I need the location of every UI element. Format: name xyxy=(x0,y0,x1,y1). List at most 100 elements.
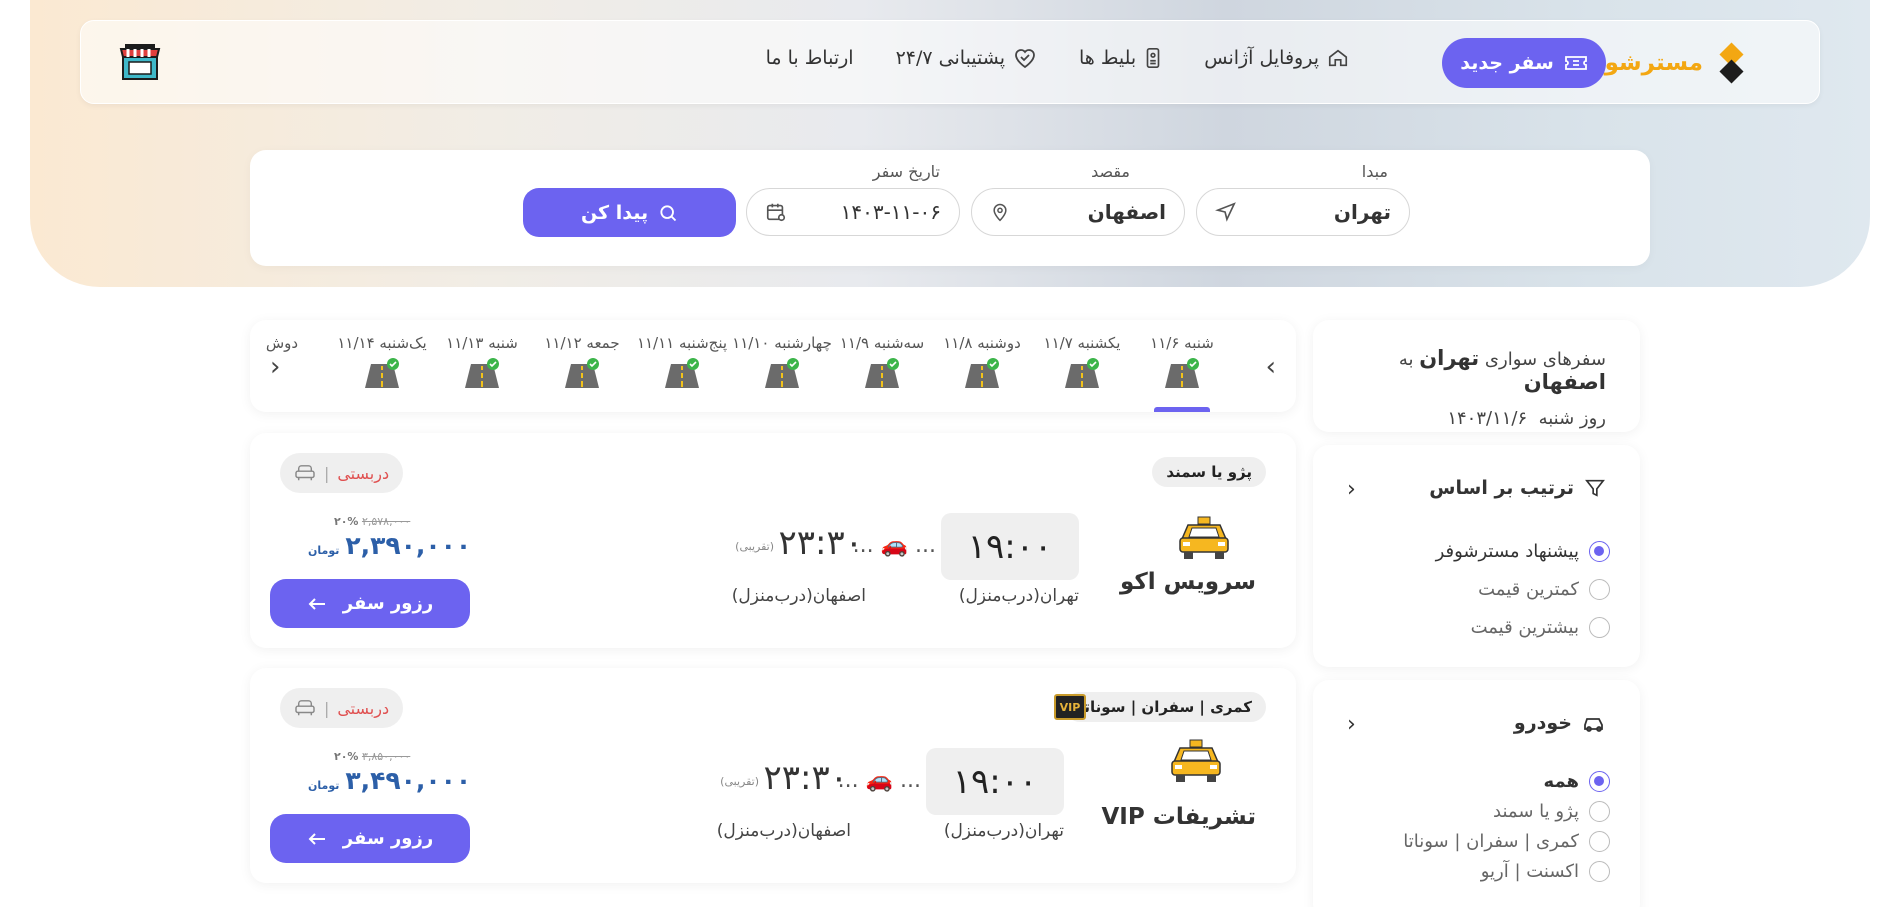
road-check-icon xyxy=(963,358,1001,388)
find-button[interactable]: پیدا کن xyxy=(523,188,736,237)
route-to: به xyxy=(1398,349,1414,370)
option-label: اکسنت | آریو xyxy=(1480,860,1579,882)
reserve-label: رزور سفر xyxy=(342,593,434,614)
arrival-time: ۲۳:۳۰ xyxy=(763,758,848,798)
vehicle-option-all[interactable]: همه xyxy=(1403,766,1610,796)
reserve-button[interactable]: رزور سفر xyxy=(270,814,470,863)
chevron-left-icon[interactable]: ‹ xyxy=(1347,477,1356,502)
price: ۲,۳۹۰,۰۰۰ تومان xyxy=(308,531,471,560)
route-summary-line: سفرهای سواری تهران به اصفهان xyxy=(1313,346,1606,394)
old-price: ۳,۸۵۰,۰۰۰ ۲۰% xyxy=(334,750,410,763)
vehicle-badge: پژو یا سمند xyxy=(1152,457,1266,487)
route-origin: تهران xyxy=(1419,346,1480,370)
strikethrough-price: ۳,۸۵۰,۰۰۰ xyxy=(361,750,411,763)
route-destination: اصفهان xyxy=(1523,370,1606,394)
vehicle-option-peugeot[interactable]: پژو یا سمند xyxy=(1403,796,1610,826)
date-value: ۱۴۰۳-۱۱-۰۶ xyxy=(840,200,941,224)
radio-icon xyxy=(1589,770,1610,792)
date-label: چهارشنبه ۱۱/۱۰ xyxy=(732,334,832,352)
date-item[interactable]: شنبه ۱۱/۱۳ xyxy=(432,334,532,412)
date-field[interactable]: ۱۴۰۳-۱۱-۰۶ xyxy=(746,188,960,236)
option-label: پیشنهاد مسترشوفر xyxy=(1435,540,1579,562)
date-label: دوشنبه ۱۱/۸ xyxy=(943,334,1021,352)
date-item[interactable]: دوش xyxy=(250,334,332,412)
date-item[interactable]: پنج‌شنبه ۱۱/۱۱ xyxy=(632,334,732,412)
road-check-icon xyxy=(1063,358,1101,388)
route-day: روز شنبه xyxy=(1538,408,1606,429)
chevron-left-icon[interactable]: ‹ xyxy=(1347,712,1356,737)
route-prefix: سفرهای سواری xyxy=(1484,349,1606,370)
date-label: یکشنبه ۱۱/۷ xyxy=(1043,334,1121,352)
sort-card: ترتیب بر اساس ‹ پیشنهاد مسترشوفر کمترین … xyxy=(1313,445,1640,667)
date-item[interactable]: دوشنبه ۱۱/۸ xyxy=(932,334,1032,412)
option-label: کمری | سفران | سوناتا xyxy=(1403,830,1579,852)
date-label: تاریخ سفر xyxy=(872,162,940,181)
price: ۳,۴۹۰,۰۰۰ تومان xyxy=(308,766,471,795)
destination-city: اصفهان(درب‌منزل) xyxy=(716,821,851,841)
sort-option-lowest[interactable]: کمترین قیمت xyxy=(1436,570,1610,608)
road-check-icon xyxy=(1163,358,1201,388)
nav-contact[interactable]: ارتباط با ما xyxy=(766,47,854,69)
old-price: ۲,۵۷۸,۰۰۰ ۲۰% xyxy=(334,515,410,528)
destination-city: اصفهان(درب‌منزل) xyxy=(731,586,866,606)
date-item[interactable]: شنبه ۱۱/۶ xyxy=(1132,334,1232,412)
date-item[interactable]: یک‌شنبه ۱۱/۱۴ xyxy=(332,334,432,412)
date-label: جمعه ۱۱/۱۲ xyxy=(544,334,620,352)
sort-title-label: ترتیب بر اساس xyxy=(1429,477,1574,499)
nav-tickets[interactable]: بلیط ها xyxy=(1079,47,1162,69)
date-item[interactable]: چهارشنبه ۱۱/۱۰ xyxy=(732,334,832,412)
destination-field[interactable]: اصفهان xyxy=(971,188,1185,236)
sort-options: پیشنهاد مسترشوفر کمترین قیمت بیشترین قیم… xyxy=(1436,532,1610,646)
nav-label: پشتیبانی ۲۴/۷ xyxy=(895,47,1006,69)
trip-name: تشریفات VIP xyxy=(1101,804,1256,830)
date-item[interactable]: سه‌شنبه ۱۱/۹ xyxy=(832,334,932,412)
nav-support[interactable]: پشتیبانی ۲۴/۷ xyxy=(896,47,1037,69)
arrow-left-icon xyxy=(308,832,325,845)
date-item[interactable]: جمعه ۱۱/۱۲ xyxy=(532,334,632,412)
sort-option-highest[interactable]: بیشترین قیمت xyxy=(1436,608,1610,646)
origin-city: تهران(درب‌منزل) xyxy=(943,821,1064,841)
chevron-right-icon[interactable]: › xyxy=(1266,352,1276,382)
reserve-label: رزور سفر xyxy=(342,828,434,849)
sort-option-suggested[interactable]: پیشنهاد مسترشوفر xyxy=(1436,532,1610,570)
search-panel: مبدا تهران مقصد اصفهان تاریخ سفر ۱۴۰۳-۱۱… xyxy=(250,150,1650,266)
nav-agency-profile[interactable]: پروفایل آژانس xyxy=(1204,47,1349,69)
brand-logo-icon xyxy=(1715,42,1749,84)
vehicle-option-accent[interactable]: اکسنت | آریو xyxy=(1403,856,1610,886)
discount: ۲۰% xyxy=(334,750,359,763)
road-check-icon xyxy=(463,358,501,388)
car-route-icon: ... 🚗 ... xyxy=(852,533,936,558)
nav-label: پروفایل آژانس xyxy=(1204,47,1319,69)
radio-icon xyxy=(1589,616,1610,638)
destination-label: مقصد xyxy=(1091,162,1130,181)
vehicle-title-label: خودرو xyxy=(1513,712,1572,734)
vehicle-options: همه پژو یا سمند کمری | سفران | سوناتا اک… xyxy=(1403,766,1610,886)
option-label: بیشترین قیمت xyxy=(1470,616,1579,638)
vehicle-title[interactable]: خودرو xyxy=(1514,712,1606,734)
date-list: شنبه ۱۱/۶ یکشنبه ۱۱/۷ دوشنبه ۱۱/۸ سه‌شنبه ۱… xyxy=(250,334,1232,412)
currency: تومان xyxy=(308,544,340,557)
strikethrough-price: ۲,۵۷۸,۰۰۰ xyxy=(361,515,411,528)
shop-icon[interactable] xyxy=(119,43,161,81)
sort-title[interactable]: ترتیب بر اساس xyxy=(1429,477,1606,499)
ticket-icon xyxy=(1564,56,1587,70)
origin-city: تهران(درب‌منزل) xyxy=(958,586,1079,606)
seat-icon xyxy=(295,700,315,716)
trip-card: پژو یا سمند سرویس اکو ۱۹:۰۰ ... 🚗 ... ۲۳… xyxy=(250,433,1296,648)
origin-value: تهران xyxy=(1333,200,1391,224)
new-trip-button[interactable]: سفر جدید xyxy=(1442,38,1606,88)
radio-icon xyxy=(1589,578,1610,600)
route-summary-card: سفرهای سواری تهران به اصفهان روز شنبه ۱۴… xyxy=(1313,320,1640,432)
seat-badge: دربستی | xyxy=(280,688,403,728)
origin-field[interactable]: تهران xyxy=(1196,188,1410,236)
road-check-icon xyxy=(763,358,801,388)
location-pin-icon xyxy=(993,203,1007,222)
radio-icon xyxy=(1589,540,1610,562)
road-check-icon xyxy=(663,358,701,388)
road-check-icon xyxy=(563,358,601,388)
vehicle-option-camry[interactable]: کمری | سفران | سوناتا xyxy=(1403,826,1610,856)
reserve-button[interactable]: رزور سفر xyxy=(270,579,470,628)
date-label: شنبه ۱۱/۱۳ xyxy=(446,334,518,352)
date-item[interactable]: یکشنبه ۱۱/۷ xyxy=(1032,334,1132,412)
arrival-time: ۲۳:۳۰ xyxy=(778,523,863,563)
